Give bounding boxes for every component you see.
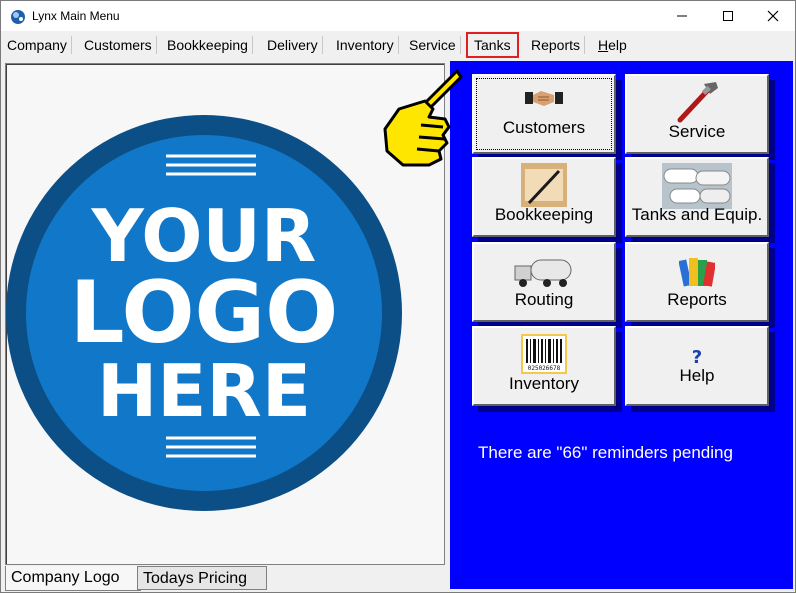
main-window: Lynx Main Menu Company Customers Bookkee… [0, 0, 796, 593]
inventory-label: Inventory [509, 374, 579, 393]
tanks-equip-button[interactable]: Tanks and Equip. [625, 157, 769, 237]
menu-company[interactable]: Company [3, 36, 72, 54]
menu-help[interactable]: Help [594, 36, 631, 54]
minimize-button[interactable] [659, 1, 705, 31]
ledger-pen-icon [521, 163, 567, 207]
barcode-digits: 025026678 [528, 365, 561, 372]
reports-button[interactable]: Reports [625, 242, 769, 322]
service-label: Service [668, 122, 726, 141]
bookkeeping-label: Bookkeeping [494, 205, 594, 224]
menu-inventory[interactable]: Inventory [332, 36, 399, 54]
maximize-button[interactable] [705, 1, 751, 31]
pipe-wrench-icon [677, 82, 718, 123]
reports-label: Reports [667, 290, 727, 309]
bookkeeping-button[interactable]: Bookkeeping [472, 157, 616, 237]
menu-delivery[interactable]: Delivery [263, 36, 323, 54]
tab-company-logo[interactable]: Company Logo [5, 566, 141, 591]
reminders-status: There are "66" reminders pending [478, 443, 733, 462]
maximize-icon [723, 11, 733, 21]
minimize-icon [677, 15, 687, 17]
service-button[interactable]: Service [625, 74, 769, 154]
title-bar: Lynx Main Menu [1, 1, 795, 31]
app-icon [11, 10, 25, 24]
help-label: Help [679, 366, 715, 385]
handshake-icon [525, 91, 563, 106]
menu-reports[interactable]: Reports [527, 36, 586, 54]
inventory-button[interactable]: 025026678 Inventory [472, 326, 616, 406]
propane-tanks-icon [662, 163, 732, 209]
menu-bookkeeping[interactable]: Bookkeeping [163, 36, 253, 54]
menu-tanks[interactable]: Tanks [466, 32, 519, 58]
routing-button[interactable]: Routing [472, 242, 616, 322]
svg-text:?: ? [692, 347, 702, 366]
menu-service[interactable]: Service [405, 36, 461, 54]
menu-help-rest: elp [608, 37, 627, 53]
customers-label: Customers [502, 118, 586, 137]
menu-customers[interactable]: Customers [80, 36, 157, 54]
customers-button[interactable]: Customers [472, 74, 616, 154]
logo-line-3: HERE [97, 349, 311, 433]
window-title: Lynx Main Menu [32, 9, 120, 23]
delivery-truck-icon [514, 259, 572, 287]
logo-line-2: LOGO [70, 263, 339, 363]
help-button[interactable]: ? Help [625, 326, 769, 406]
tanks-equip-label: Tanks and Equip. [631, 205, 763, 224]
tab-todays-pricing[interactable]: Todays Pricing [137, 566, 267, 590]
menu-bar: Company Customers Bookkeeping Delivery I… [1, 31, 795, 59]
barcode-icon: 025026678 [521, 334, 567, 374]
close-icon [767, 10, 779, 22]
menu-help-accel: H [598, 37, 609, 53]
question-mark-icon: ? [692, 347, 702, 366]
pointing-hand-icon [383, 69, 463, 167]
routing-label: Routing [514, 290, 574, 309]
close-button[interactable] [750, 1, 796, 31]
books-icon [679, 258, 715, 287]
